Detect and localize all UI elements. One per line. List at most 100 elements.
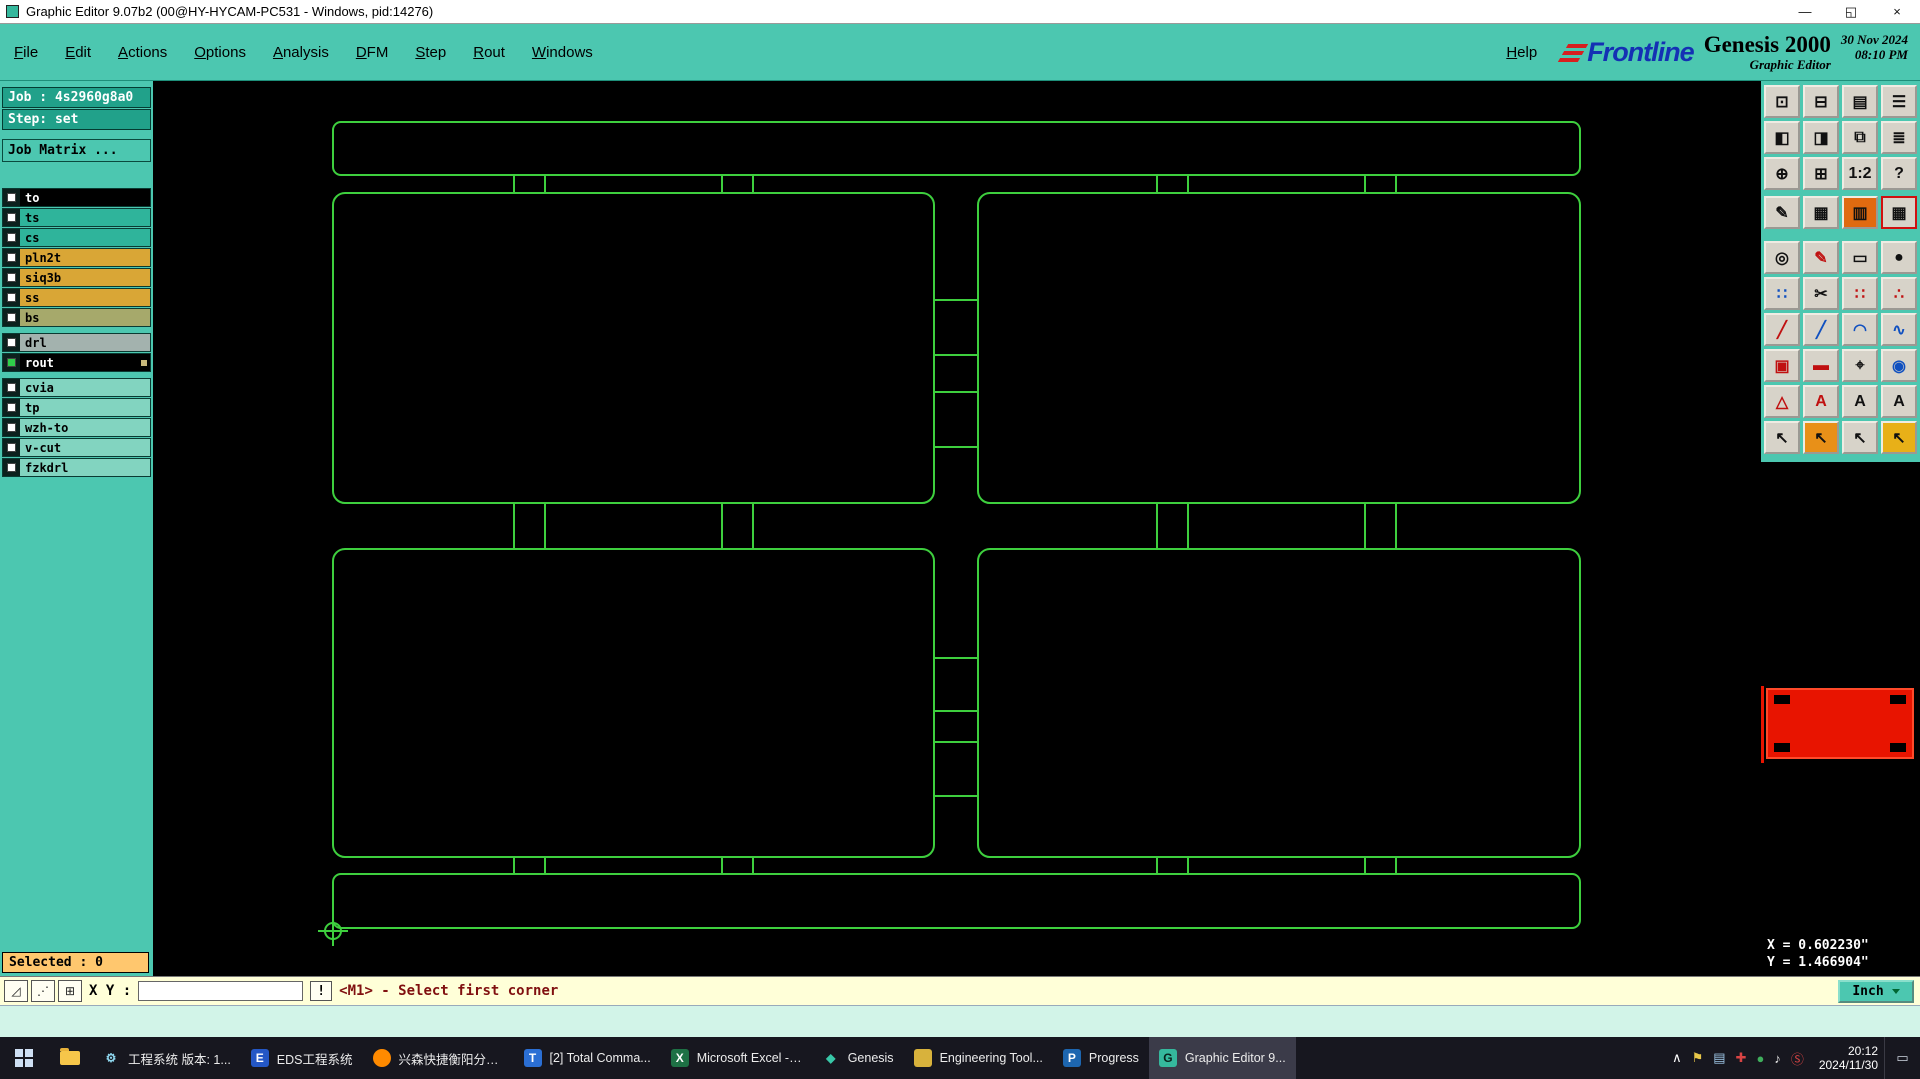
zoom-ratio-icon[interactable]: 1:2 — [1842, 157, 1878, 190]
layer-checkbox[interactable] — [3, 289, 20, 306]
select-special-icon[interactable]: ↖ — [1881, 421, 1917, 454]
taskbar-app[interactable]: T [2] Total Comma... — [514, 1037, 661, 1079]
layer-checkbox[interactable] — [3, 379, 20, 396]
layer-row-wzh-to[interactable]: wzh-to — [2, 418, 151, 437]
layer-checkbox[interactable] — [3, 189, 20, 206]
restore-icon[interactable]: ◱ — [1828, 0, 1874, 23]
corner-tool-icon[interactable]: ◿ — [4, 980, 28, 1002]
graphic-canvas[interactable] — [153, 81, 1761, 976]
text-box-icon[interactable]: A — [1881, 385, 1917, 418]
grid-icon[interactable]: ▦ — [1803, 196, 1839, 229]
minimize-icon[interactable]: — — [1782, 0, 1828, 23]
layer-row-ss[interactable]: ss — [2, 288, 151, 307]
job-matrix-button[interactable]: Job Matrix ... — [2, 139, 151, 162]
file-explorer-button[interactable] — [48, 1037, 92, 1079]
select-plus-icon[interactable]: ↖ — [1842, 421, 1878, 454]
layer-checkbox[interactable] — [3, 459, 20, 476]
close-icon[interactable]: × — [1874, 0, 1920, 23]
layer-checkbox[interactable] — [3, 209, 20, 226]
menu-item-help[interactable]: Help — [1506, 44, 1537, 61]
red-points-icon[interactable]: ∷ — [1842, 277, 1878, 310]
units-dropdown[interactable]: Inch — [1838, 979, 1914, 1003]
layer-row-ts[interactable]: ts — [2, 208, 151, 227]
taskbar-app[interactable]: ◆ Genesis — [812, 1037, 904, 1079]
clipboard-icon[interactable]: ▤ — [1842, 85, 1878, 118]
text-red-icon[interactable]: A — [1803, 385, 1839, 418]
layer-row-siq3b[interactable]: siq3b — [2, 268, 151, 287]
dot-tool-icon[interactable]: ● — [1881, 241, 1917, 274]
target-icon[interactable]: ⌖ — [1842, 349, 1878, 382]
prompt-icon[interactable]: ! — [310, 981, 333, 1001]
polyline-icon[interactable]: ∿ — [1881, 313, 1917, 346]
zoom-center-icon[interactable]: ⊞ — [1803, 157, 1839, 190]
sound-icon[interactable]: ♪ — [1774, 1051, 1781, 1066]
zoom-fit-icon[interactable]: ⊕ — [1764, 157, 1800, 190]
dual-screen-icon[interactable]: ⊟ — [1803, 85, 1839, 118]
arc-icon[interactable]: ◠ — [1842, 313, 1878, 346]
security-icon[interactable]: Ⓢ — [1791, 1049, 1804, 1068]
layer-checkbox[interactable] — [3, 249, 20, 266]
taskbar-app[interactable]: 兴森快捷衡阳分公... — [363, 1037, 514, 1079]
pan-left-icon[interactable]: ◧ — [1764, 121, 1800, 154]
start-button[interactable] — [0, 1037, 48, 1079]
measure-icon[interactable]: ▭ — [1842, 241, 1878, 274]
select-arrow-icon[interactable]: ↖ — [1764, 421, 1800, 454]
grid-tool-icon[interactable]: ⊞ — [58, 980, 82, 1002]
notification-center-button[interactable]: ▭ — [1884, 1037, 1920, 1079]
layer-checkbox[interactable] — [3, 309, 20, 326]
layer-row-cvia[interactable]: cvia — [2, 378, 151, 397]
layer-checkbox[interactable] — [3, 354, 20, 371]
menu-item-file[interactable]: File — [14, 44, 38, 61]
menu-item-rout[interactable]: Rout — [473, 44, 505, 61]
layer-row-fzkdrl[interactable]: fzkdrl — [2, 458, 151, 477]
fit-screen-icon[interactable]: ⊡ — [1764, 85, 1800, 118]
menu-item-analysis[interactable]: Analysis — [273, 44, 329, 61]
flag-icon[interactable]: ⚑ — [1692, 1050, 1704, 1066]
layer-row-v-cut[interactable]: v-cut — [2, 438, 151, 457]
taskbar-app[interactable]: ⚙ 工程系统 版本: 1... — [92, 1037, 241, 1079]
cut-icon[interactable]: ✂ — [1803, 277, 1839, 310]
layer-list-icon[interactable]: ☰ — [1881, 85, 1917, 118]
triangle-icon[interactable]: △ — [1764, 385, 1800, 418]
help-icon[interactable]: ? — [1881, 157, 1917, 190]
layer-row-rout[interactable]: rout — [2, 353, 151, 372]
sketch-icon[interactable]: ✎ — [1803, 241, 1839, 274]
menu-item-edit[interactable]: Edit — [65, 44, 91, 61]
snap-tool-icon[interactable]: ⋰ — [31, 980, 55, 1002]
circle-tool-icon[interactable]: ◎ — [1764, 241, 1800, 274]
navigator-board-preview[interactable] — [1766, 688, 1914, 759]
taskbar-app[interactable]: G Graphic Editor 9... — [1148, 1037, 1296, 1079]
health-icon[interactable]: ✚ — [1736, 1050, 1747, 1066]
menu-item-windows[interactable]: Windows — [532, 44, 593, 61]
menu-item-dfm[interactable]: DFM — [356, 44, 389, 61]
taskbar-app[interactable]: X Microsoft Excel - ... — [661, 1037, 812, 1079]
points-icon[interactable]: ∷ — [1764, 277, 1800, 310]
overlay-icon[interactable]: ⧉ — [1842, 121, 1878, 154]
mixed-points-icon[interactable]: ∴ — [1881, 277, 1917, 310]
layer-row-pln2t[interactable]: pln2t — [2, 248, 151, 267]
layer-row-tp[interactable]: tp — [2, 398, 151, 417]
menu-item-options[interactable]: Options — [194, 44, 246, 61]
layer-checkbox[interactable] — [3, 229, 20, 246]
layer-row-bs[interactable]: bs — [2, 308, 151, 327]
taskbar-app[interactable]: Engineering Tool... — [904, 1037, 1053, 1079]
clock[interactable]: 20:12 2024/11/30 — [1813, 1037, 1884, 1079]
layer-checkbox[interactable] — [3, 269, 20, 286]
layer-row-drl[interactable]: drl — [2, 333, 151, 352]
text-icon[interactable]: A — [1842, 385, 1878, 418]
red-line-icon[interactable]: ╱ — [1764, 313, 1800, 346]
layer-checkbox[interactable] — [3, 334, 20, 351]
layer-checkbox[interactable] — [3, 439, 20, 456]
rows-icon[interactable]: ≣ — [1881, 121, 1917, 154]
status-icon[interactable]: ● — [1756, 1051, 1764, 1066]
tray-expand-icon[interactable]: ∧ — [1672, 1050, 1682, 1066]
layer-checkbox[interactable] — [3, 419, 20, 436]
menu-item-actions[interactable]: Actions — [118, 44, 167, 61]
select-arrow-active-icon[interactable]: ↖ — [1803, 421, 1839, 454]
blue-line-icon[interactable]: ╱ — [1803, 313, 1839, 346]
notes-icon[interactable]: ✎ — [1764, 196, 1800, 229]
taskbar-app[interactable]: E EDS工程系统 — [241, 1037, 363, 1079]
film-icon[interactable]: ▥ — [1842, 196, 1878, 229]
layer-checkbox[interactable] — [3, 399, 20, 416]
pan-right-icon[interactable]: ◨ — [1803, 121, 1839, 154]
